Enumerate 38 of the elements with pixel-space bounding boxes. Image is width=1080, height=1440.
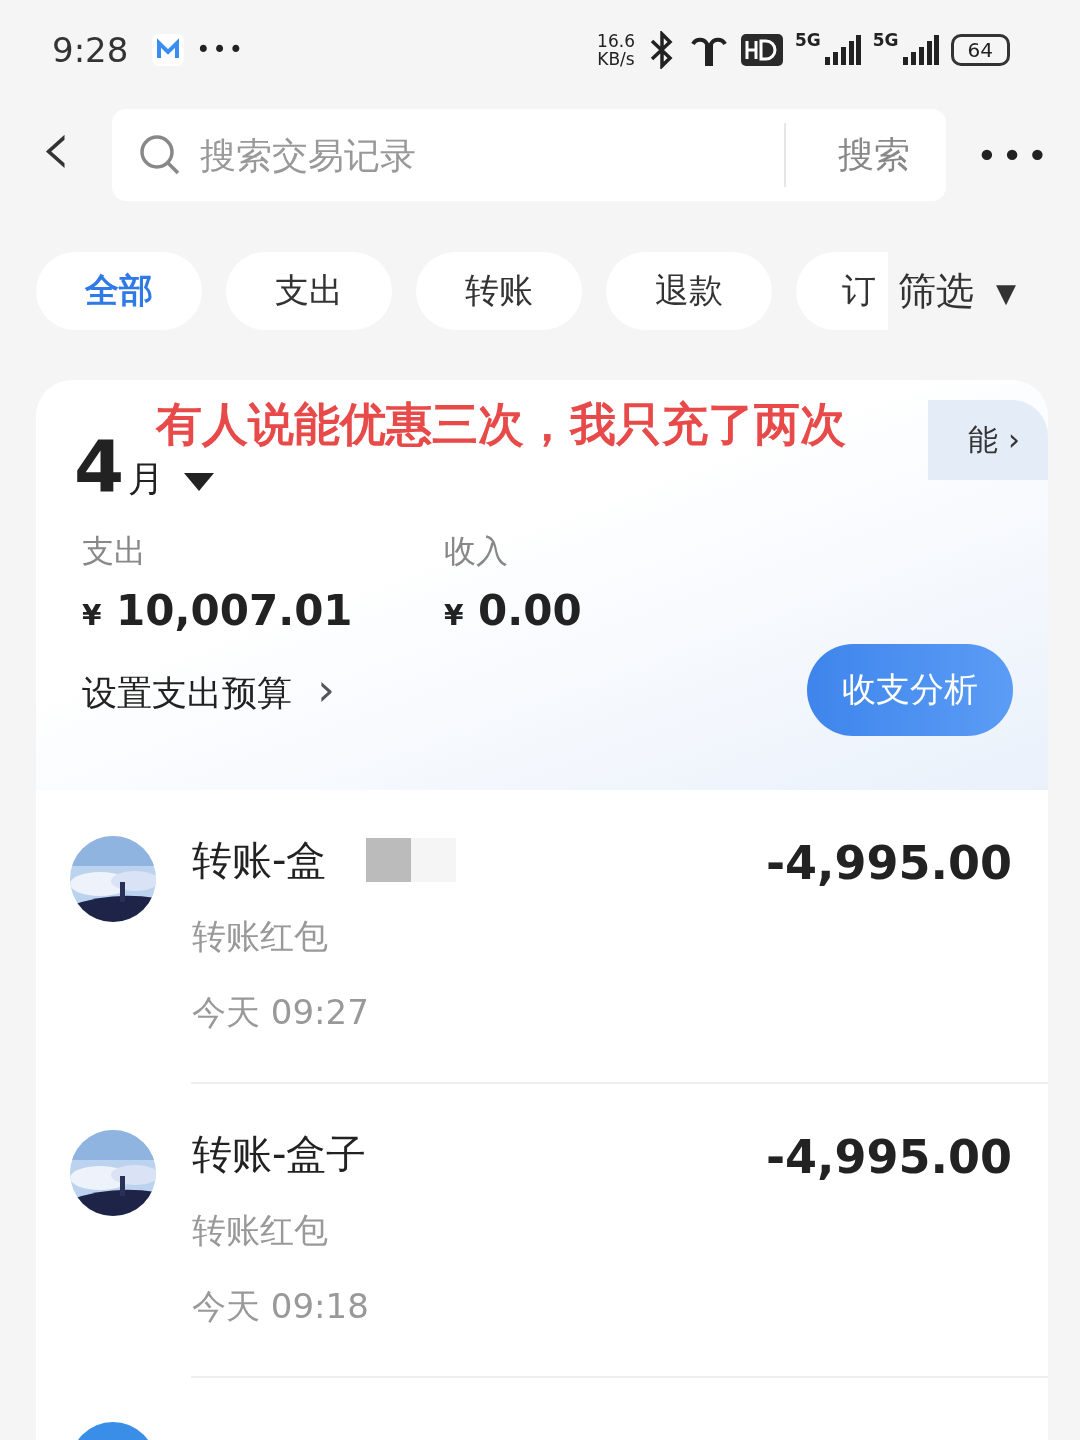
transaction-title: 转账-盒子 [192,1129,367,1179]
transaction-row[interactable]: 转账-盒 转账红包 今天 09:27 -4,995.00 [36,790,1048,1084]
transaction-title: 转账-盒 [192,835,327,885]
transaction-amount: -4,995.00 [765,1130,1012,1184]
battery-level: 64 [950,34,1010,66]
budget-link[interactable]: 设置支出预算 › [82,663,335,717]
filter-tab[interactable]: 全部 [36,252,202,330]
filter-tab[interactable]: 订 [796,252,888,330]
hd-icon [740,34,783,66]
transaction-amount: -4,995.00 [765,836,1012,890]
more-button[interactable]: ••• [976,134,1052,176]
feature-banner[interactable]: 能 › [928,400,1048,480]
status-time: 9:28 [52,30,129,70]
network-type: 5G [794,30,821,50]
transaction-time: 今天 09:27 [192,991,370,1034]
signal-icon [824,35,861,65]
expense-label: 支出 [82,531,147,572]
network-type: 5G [872,30,899,50]
back-button[interactable]: ‹ [30,108,82,202]
transaction-row[interactable]: 转账-盒子 转账红包 今天 09:18 -4,995.00 [36,1084,1048,1378]
app-notification-icon [152,34,185,66]
more-notifications: ••• [196,36,245,64]
transaction-time: 今天 09:18 [192,1285,370,1328]
banner-text: 能 › [968,420,1020,459]
income-label: 收入 [444,531,509,572]
filter-tab[interactable]: 支出 [226,252,392,330]
filter-tab[interactable]: 退款 [606,252,772,330]
income-total: ¥ 0.00 [444,586,583,635]
transaction-category: 转账红包 [192,1209,329,1252]
search-button[interactable]: 搜索 [802,130,947,180]
signal-icon [902,35,939,65]
filter-tab[interactable]: 转账 [416,252,582,330]
network-speed: 16.6 KB/s [597,32,635,68]
search-icon [138,133,182,177]
transaction-category: 转账红包 [192,915,329,958]
expense-total: ¥ 10,007.01 [82,586,354,635]
overlay-caption: 有人说能优惠三次，我只充了两次 [156,396,846,453]
search-field[interactable]: 搜索交易记录 搜索 [112,109,947,201]
